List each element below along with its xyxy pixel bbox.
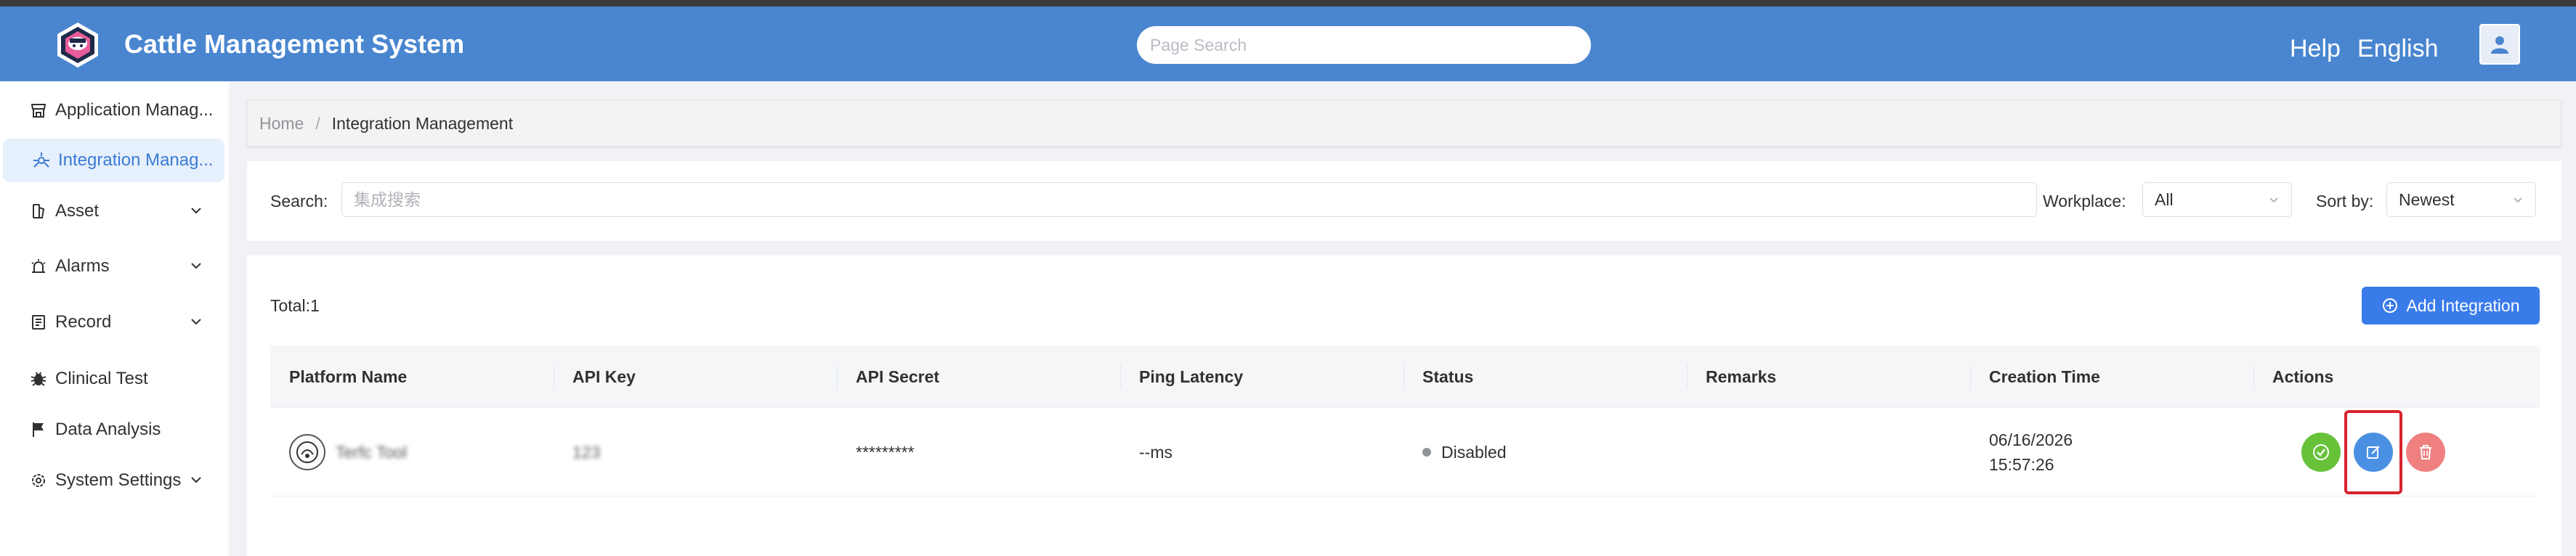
platform-name: Terfc Tool — [336, 442, 408, 462]
add-integration-button[interactable]: Add Integration — [2362, 287, 2540, 324]
user-avatar[interactable] — [2479, 24, 2520, 65]
api-key-cell: 123 — [554, 408, 600, 496]
sidebar-item-alarms[interactable]: Alarms — [0, 245, 229, 288]
sidebar-item-label: System Settings — [55, 470, 182, 490]
sort-label: Sort by: — [2316, 192, 2374, 210]
chevron-down-icon — [191, 477, 201, 483]
flag-icon — [28, 419, 49, 441]
sidebar: Application Manag... Integration Manag..… — [0, 81, 229, 556]
chevron-down-icon — [2514, 197, 2522, 203]
sidebar-item-label: Record — [55, 312, 112, 332]
creation-time-cell: 06/16/2026 15:57:26 — [1970, 408, 2073, 496]
table-row: Terfc Tool 123 ********* --ms Disabled 0… — [270, 408, 2540, 496]
sidebar-item-system-settings[interactable]: System Settings — [0, 459, 229, 502]
filter-bar: Search: Workplace: All Sort by: Newest — [247, 161, 2561, 241]
status-dot — [1422, 448, 1431, 457]
store-icon — [28, 99, 49, 121]
breadcrumb-separator: / — [315, 113, 320, 133]
chevron-down-icon — [191, 263, 201, 269]
sidebar-item-label: Data Analysis — [55, 420, 161, 439]
breadcrumb-current: Integration Management — [331, 113, 514, 133]
page-search-input[interactable] — [1137, 26, 1591, 64]
chevron-down-icon — [2269, 197, 2278, 203]
workplace-select-value: All — [2155, 189, 2174, 209]
language-selector[interactable]: English — [2357, 35, 2439, 63]
sidebar-item-label: Alarms — [55, 256, 110, 276]
sidebar-item-application-management[interactable]: Application Manag... — [0, 89, 229, 132]
gear-icon — [28, 470, 49, 491]
breadcrumb-home[interactable]: Home — [259, 114, 304, 134]
column-header[interactable]: API Secret — [837, 346, 939, 408]
sort-select[interactable]: Newest — [2386, 182, 2536, 217]
status-cell: Disabled — [1404, 408, 1507, 496]
chevron-down-icon — [191, 208, 201, 214]
sidebar-item-label: Integration Manag... — [58, 150, 214, 170]
trash-icon — [2420, 445, 2431, 459]
check-circle-icon — [2313, 444, 2329, 460]
creation-time: 15:57:26 — [1989, 455, 2054, 474]
status-text: Disabled — [1441, 442, 1507, 462]
remarks-cell — [1687, 408, 1706, 496]
sidebar-item-asset[interactable]: Asset — [0, 189, 229, 233]
user-icon — [2491, 36, 2508, 54]
app-title: Cattle Management System — [124, 29, 465, 59]
column-header[interactable]: Creation Time — [1970, 346, 2100, 408]
sort-select-value: Newest — [2399, 189, 2455, 209]
integration-search-input[interactable] — [341, 182, 2037, 217]
sidebar-item-integration-management[interactable]: Integration Manag... — [3, 139, 224, 182]
delete-button[interactable] — [2406, 433, 2445, 472]
sidebar-item-label: Clinical Test — [55, 369, 148, 388]
sidebar-item-clinical-test[interactable]: Clinical Test — [0, 357, 229, 401]
alarm-icon — [28, 255, 49, 277]
chevron-down-icon — [191, 319, 201, 325]
api-secret-cell: ********* — [856, 442, 915, 462]
app-logo[interactable] — [54, 21, 102, 69]
integration-icon — [31, 150, 52, 171]
top-strip — [0, 0, 2576, 7]
integration-table-card: Total:1 Add Integration Platform Name AP… — [247, 255, 2561, 556]
bug-icon — [28, 368, 49, 390]
column-header[interactable]: Remarks — [1687, 346, 1776, 408]
sidebar-item-label: Asset — [55, 201, 100, 221]
edit-icon — [2367, 446, 2380, 459]
platform-name-cell: Terfc Tool — [270, 408, 407, 496]
platform-avatar — [289, 434, 325, 470]
search-label: Search: — [270, 192, 328, 210]
workplace-label: Workplace: — [2043, 192, 2126, 210]
column-header[interactable]: Status — [1404, 346, 1473, 408]
workplace-select[interactable]: All — [2142, 182, 2292, 217]
record-icon — [28, 311, 49, 333]
column-header[interactable]: API Key — [554, 346, 636, 408]
column-header[interactable]: Platform Name — [270, 346, 407, 408]
platform-logo-icon — [296, 441, 318, 463]
plus-circle-icon — [2383, 298, 2398, 313]
app-header: Cattle Management System Help English — [0, 7, 2576, 81]
creation-date: 06/16/2026 — [1989, 430, 2073, 449]
help-link[interactable]: Help — [2290, 35, 2341, 63]
add-integration-label: Add Integration — [2406, 295, 2520, 315]
sidebar-item-label: Application Manag... — [55, 100, 214, 120]
sidebar-item-record[interactable]: Record — [0, 301, 229, 344]
table-header: Platform Name API Key API Secret Ping La… — [270, 346, 2540, 408]
total-count: Total:1 — [270, 296, 320, 315]
api-key: 123 — [572, 442, 601, 462]
edit-button[interactable] — [2354, 433, 2393, 472]
ping-latency-cell: --ms — [1139, 442, 1172, 462]
integration-table: Platform Name API Key API Secret Ping La… — [270, 346, 2540, 496]
sidebar-item-data-analysis[interactable]: Data Analysis — [0, 408, 229, 451]
enable-button[interactable] — [2301, 433, 2341, 472]
column-header[interactable]: Ping Latency — [1120, 346, 1243, 408]
asset-icon — [28, 200, 49, 222]
breadcrumb: Home / Integration Management — [247, 100, 2561, 147]
column-header[interactable]: Actions — [2253, 346, 2333, 408]
